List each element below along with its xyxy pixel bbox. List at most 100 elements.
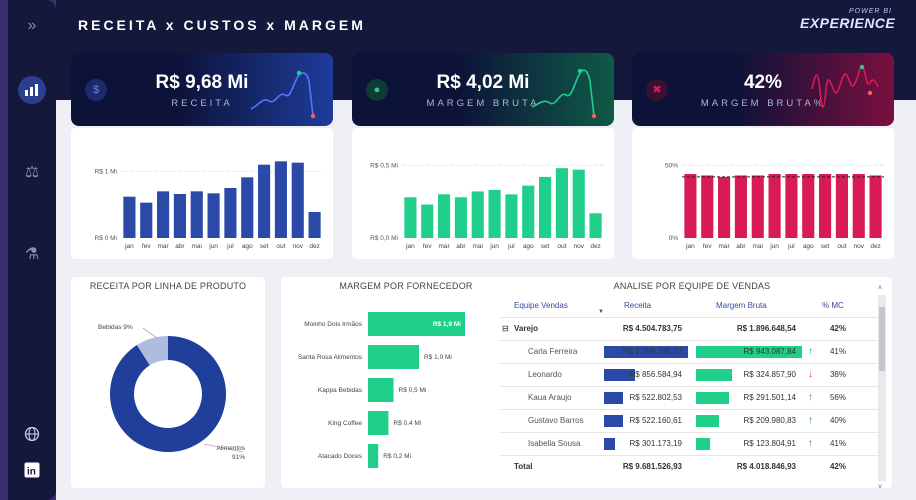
data-label: R$ 1,9 Mi — [433, 321, 461, 328]
xtick-label: dez — [870, 243, 880, 250]
ytick-label: 50% — [665, 162, 678, 169]
xtick-label: fev — [142, 243, 151, 250]
bar — [505, 194, 518, 238]
bar — [835, 174, 848, 238]
table-header-row: Equipe Vendas Receita Margem Bruta % MC … — [500, 295, 880, 318]
xtick-label: jun — [769, 243, 779, 250]
bar — [368, 444, 379, 468]
row-receita: R$ 522.160,61 — [629, 416, 683, 425]
xtick-label: nov — [574, 243, 585, 250]
category-label: Moinho Dois Irmãos — [304, 321, 363, 328]
header-mc[interactable]: % MC — [822, 295, 844, 317]
dashboard-main: RECEITA x CUSTOS x MARGEM POWER BI EXPER… — [56, 0, 916, 500]
globe-icon[interactable] — [18, 420, 46, 448]
row-name: Gustavo Barros — [528, 416, 584, 425]
row-name: Kaua Araujo — [528, 393, 572, 402]
chevrons-right-icon[interactable]: » — [18, 12, 46, 40]
bar — [522, 185, 535, 238]
table-row[interactable]: Isabella Sousa R$ 301.173,19 R$ 123.804,91… — [500, 433, 880, 456]
xtick-label: mar — [157, 243, 169, 250]
bar — [539, 176, 552, 238]
bar — [852, 174, 865, 238]
kpi-margem-pct-card: ✖ 42% MARGEM BRUTA% — [632, 53, 894, 126]
group-mc: 42% — [829, 324, 846, 333]
bar — [572, 169, 585, 238]
bar — [274, 161, 287, 238]
header-margem[interactable]: Margem Bruta — [716, 295, 767, 317]
header-receita[interactable]: Receita — [624, 295, 651, 317]
table-group-row[interactable]: ⊟ Varejo R$ 4.504.783,75 R$ 1.896.648,54… — [500, 318, 880, 341]
table-body: Carla Ferreira R$ 2.296.245,72 R$ 943.087,… — [500, 341, 880, 456]
bar — [190, 191, 203, 238]
table-row[interactable]: Gustavo Barros R$ 522.160,61 R$ 209.980,83… — [500, 410, 880, 433]
table-scrollbar[interactable]: ˄ ˅ — [878, 285, 886, 491]
margem-pct-monthly-chart: 50% 0% jan fev mar abr mai jun jul ago set out nov de… — [665, 162, 884, 250]
xtick-label: jan — [405, 243, 415, 250]
ytick-label: R$ 0,0 Mi — [370, 235, 398, 242]
table-row[interactable]: Carla Ferreira R$ 2.296.245,72 R$ 943.087,… — [500, 341, 880, 364]
bar — [404, 197, 417, 238]
brand-logo: POWER BI EXPERIENCE — [800, 8, 895, 38]
xtick-label: abr — [456, 243, 466, 250]
equipe-vendas-card: ANALISE POR EQUIPE DE VENDAS Equipe Vend… — [492, 277, 892, 491]
row-receita: R$ 856.584,94 — [629, 370, 683, 379]
row-receita: R$ 2.296.245,72 — [622, 347, 682, 356]
row-receita: R$ 522.802,53 — [629, 393, 683, 402]
bar — [421, 204, 434, 238]
slice-label: Alimentos — [216, 445, 245, 452]
xtick-label: fev — [423, 243, 432, 250]
row-receita: R$ 301.173,19 — [629, 439, 683, 448]
row-mc: 38% — [829, 370, 846, 379]
header-equipe[interactable]: Equipe Vendas — [514, 295, 568, 317]
linkedin-icon[interactable]: in — [18, 456, 46, 484]
receita-monthly-card: R$ 1 Mi R$ 0 Mi jan fev mar abr mai jun jul ago se… — [71, 128, 333, 259]
ytick-label: 0% — [669, 235, 679, 242]
scroll-down-icon[interactable]: ˅ — [878, 484, 882, 491]
xtick-label: out — [837, 243, 846, 250]
row-margem: R$ 324.857,90 — [743, 370, 797, 379]
equipe-vendas-table: Equipe Vendas Receita Margem Bruta % MC … — [500, 295, 880, 479]
expand-collapse-icon[interactable]: ⊟ — [502, 318, 509, 340]
xtick-label: out — [276, 243, 285, 250]
ytick-label: R$ 0 Mi — [95, 235, 117, 242]
margem-monthly-chart: R$ 0,5 Mi R$ 0,0 Mi jan fev mar abr mai jun jul a… — [370, 162, 604, 250]
group-name: Varejo — [514, 324, 539, 333]
ytick-label: R$ 1 Mi — [95, 168, 117, 175]
bar — [258, 164, 271, 238]
row-name: Carla Ferreira — [528, 347, 578, 356]
category-label: Kappa Bebidas — [318, 387, 363, 394]
slice-label: 91% — [232, 454, 245, 461]
data-label: R$ 1,0 Mi — [424, 354, 452, 361]
xtick-label: jul — [787, 243, 795, 250]
xtick-label: mar — [438, 243, 450, 250]
bar — [454, 197, 467, 238]
xtick-label: mai — [473, 243, 483, 250]
data-label: R$ 0,2 Mi — [383, 453, 411, 460]
data-label: R$ 0,5 Mi — [399, 387, 427, 394]
bar — [207, 193, 220, 238]
table-row[interactable]: Kaua Araujo R$ 522.802,53 R$ 291.501,14 ↑ 56… — [500, 387, 880, 410]
receita-linha-donut: Alimentos 91% Bebidas 9% — [98, 324, 246, 461]
bar — [368, 378, 394, 402]
scale-icon[interactable]: ⚖ — [18, 158, 46, 186]
scroll-up-icon[interactable]: ˄ — [878, 285, 882, 292]
row-mc: 41% — [829, 439, 846, 448]
xtick-label: set — [260, 243, 269, 250]
row-margem: R$ 291.501,14 — [743, 393, 797, 402]
data-label: R$ 0,4 Mi — [393, 420, 421, 427]
xtick-label: jan — [124, 243, 134, 250]
table-row[interactable]: Leonardo R$ 856.584,94 R$ 324.857,90 ↓ 38% — [500, 364, 880, 387]
kpi-margem-sparkline — [531, 68, 597, 119]
chart-icon[interactable] — [18, 76, 46, 104]
xtick-label: mai — [192, 243, 202, 250]
row-mc: 40% — [829, 416, 846, 425]
row-mc: 56% — [829, 393, 846, 402]
margem-monthly-card: R$ 0,5 Mi R$ 0,0 Mi jan fev mar abr mai jun jul a… — [352, 128, 614, 259]
bar — [785, 174, 798, 238]
total-mc: 42% — [829, 462, 846, 471]
kpi-margem-card: ● R$ 4,02 Mi MARGEM BRUTA — [352, 53, 614, 126]
scrollbar-thumb[interactable] — [879, 307, 885, 371]
flask-icon[interactable]: ⚗ — [18, 240, 46, 268]
bar — [802, 174, 815, 238]
group-margem: R$ 1.896.648,54 — [736, 324, 796, 333]
